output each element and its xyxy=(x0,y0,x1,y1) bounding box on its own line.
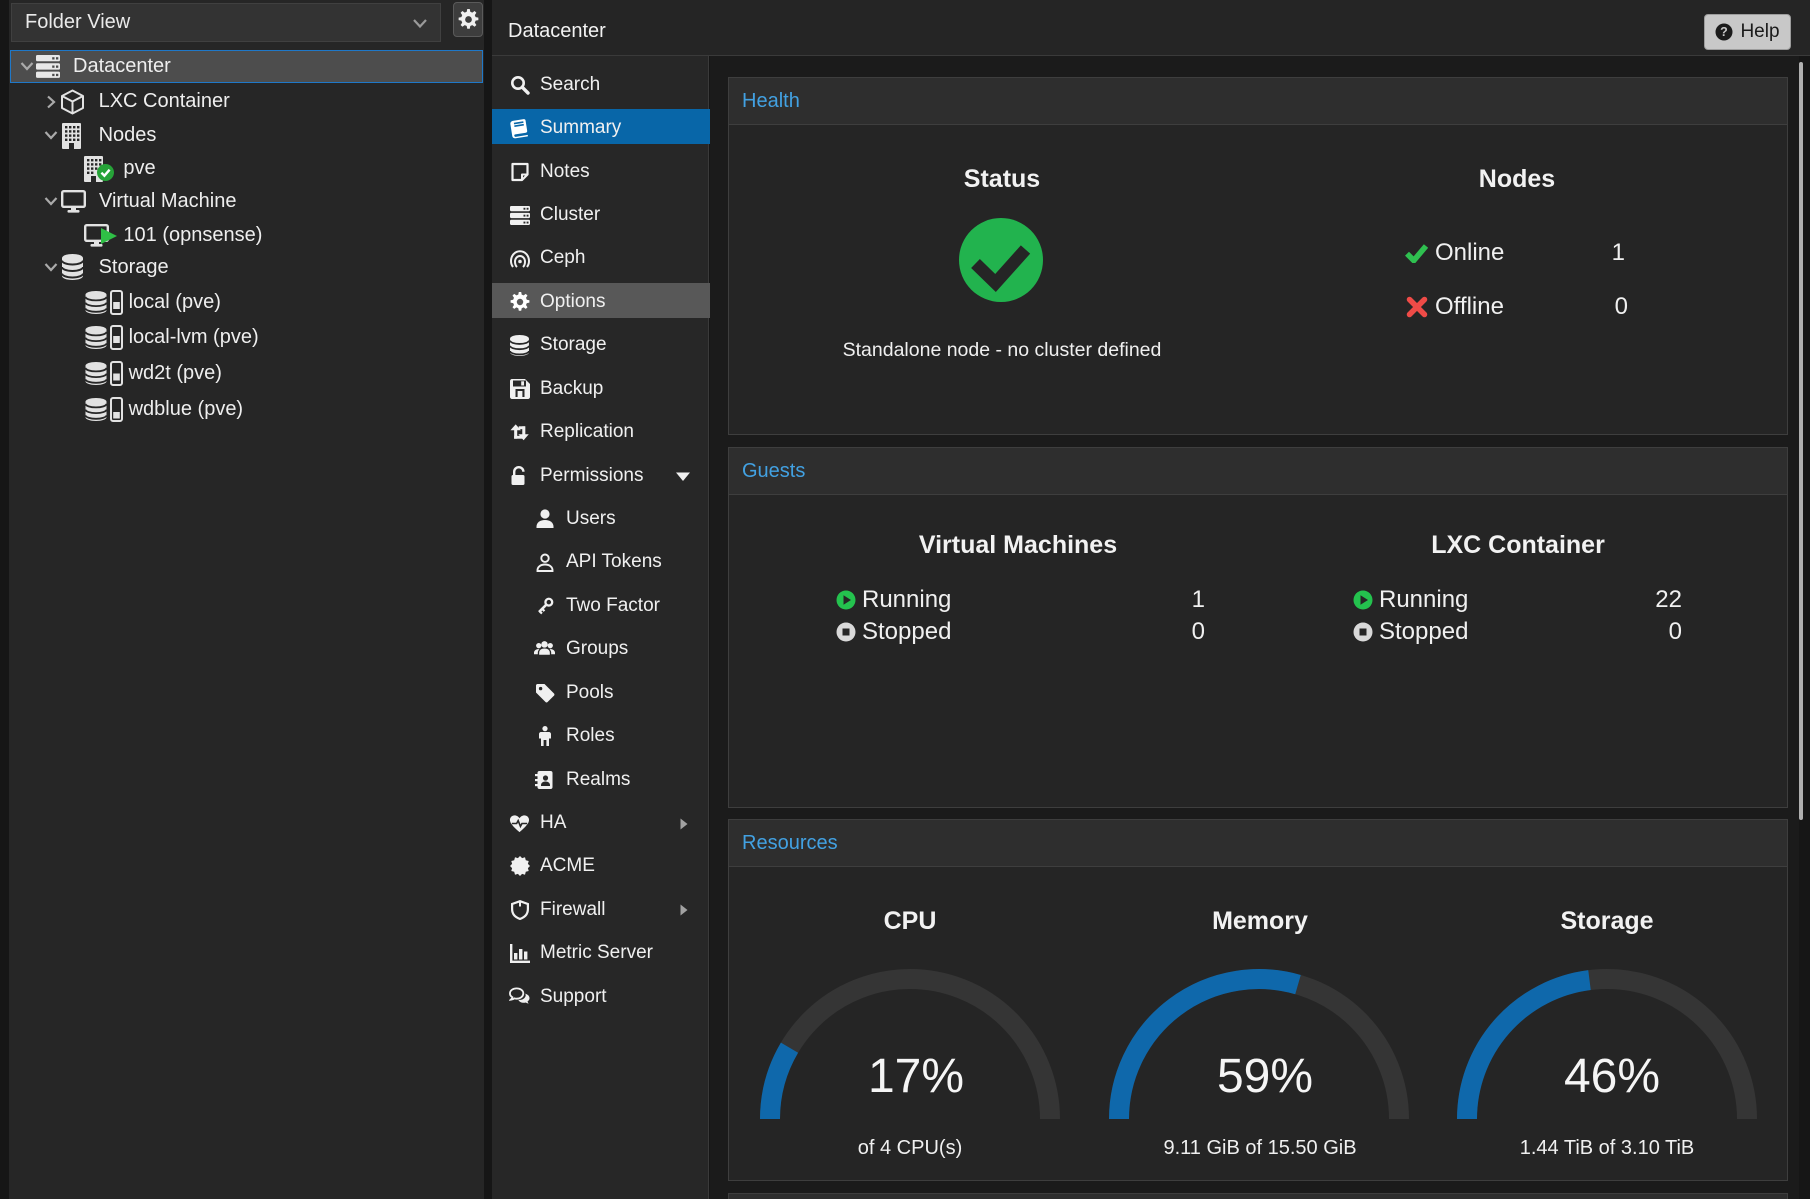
svg-text:?: ? xyxy=(1721,25,1729,39)
